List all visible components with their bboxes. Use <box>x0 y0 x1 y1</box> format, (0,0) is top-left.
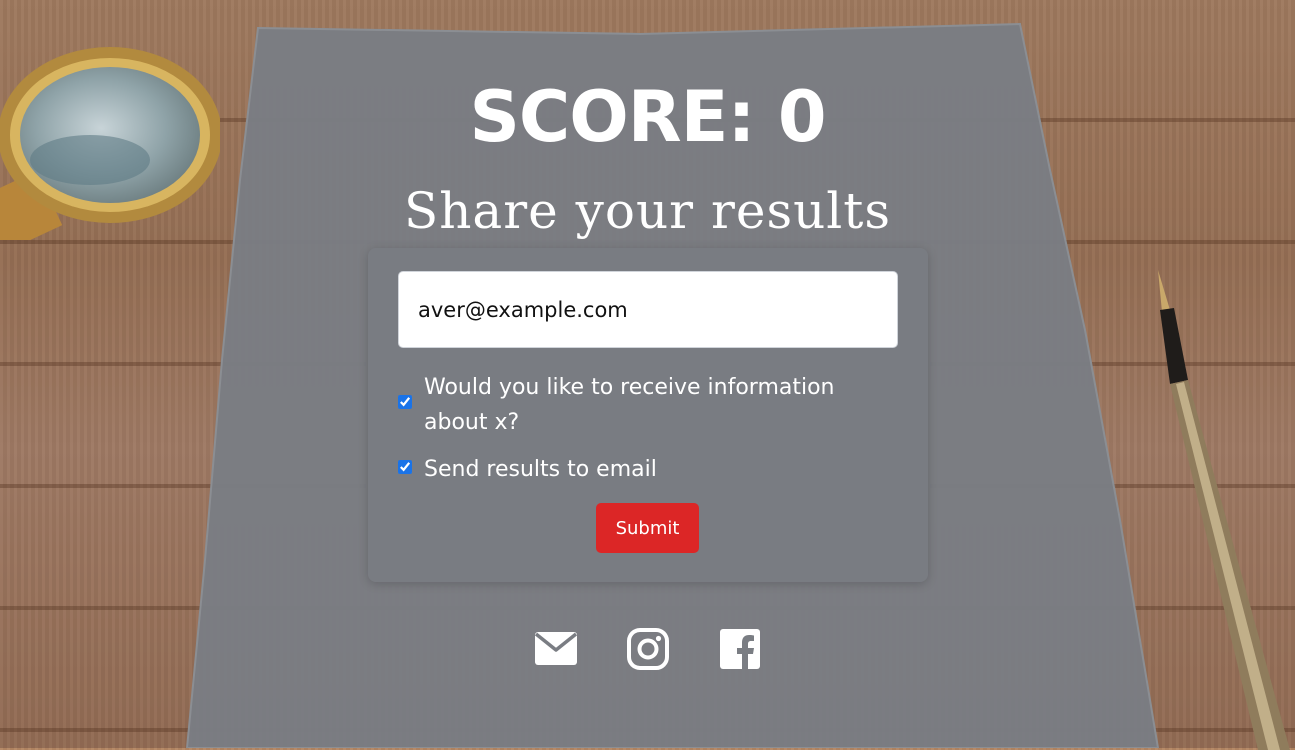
share-form-card: Would you like to receive information ab… <box>368 248 928 582</box>
receive-info-option[interactable]: Would you like to receive information ab… <box>398 370 868 440</box>
email-icon <box>534 632 577 665</box>
instagram-share-link[interactable] <box>626 627 670 671</box>
score-heading: SCORE: 0 <box>469 76 826 158</box>
share-title: Share your results <box>403 182 892 240</box>
send-results-checkbox[interactable] <box>398 460 412 474</box>
send-results-label: Send results to email <box>424 457 657 482</box>
receive-info-label: Would you like to receive information ab… <box>424 375 835 435</box>
submit-button[interactable]: Submit <box>596 503 699 553</box>
receive-info-checkbox[interactable] <box>398 395 412 409</box>
facebook-icon <box>719 629 760 669</box>
send-results-option[interactable]: Send results to email <box>398 452 868 487</box>
email-share-link[interactable] <box>534 627 578 671</box>
instagram-icon <box>626 628 669 670</box>
email-input[interactable] <box>398 271 898 348</box>
result-screen: SCORE: 0 Share your results Would you li… <box>0 0 1295 748</box>
facebook-share-link[interactable] <box>718 627 762 671</box>
social-links <box>0 627 1295 671</box>
